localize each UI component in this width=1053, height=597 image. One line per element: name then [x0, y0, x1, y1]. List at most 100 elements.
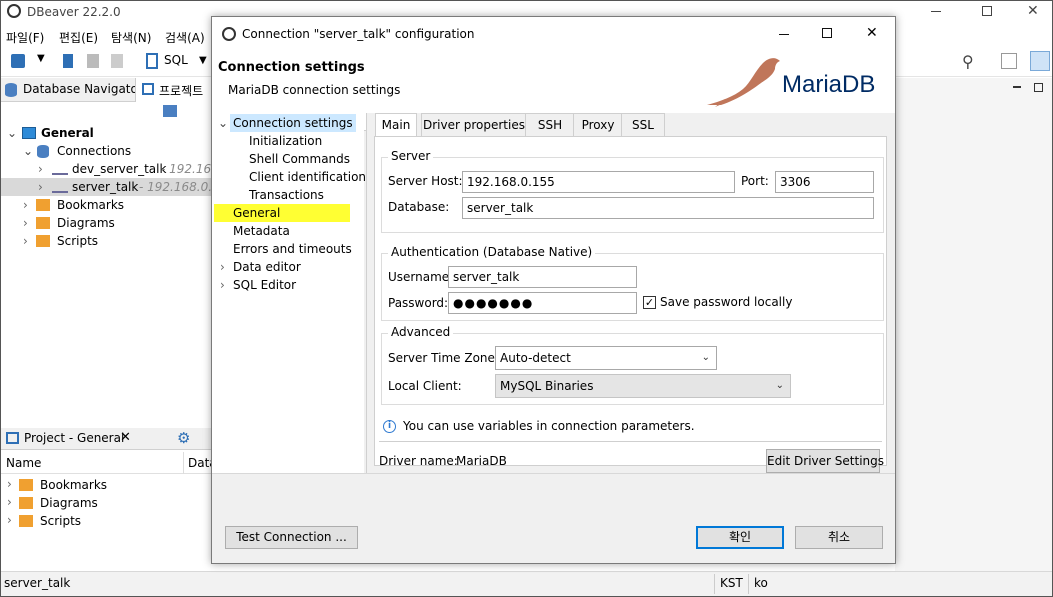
chevron-down-icon: ⌄	[701, 352, 710, 363]
tab-driver-properties[interactable]: Driver properties	[421, 113, 527, 136]
gear-icon[interactable]: ⚙	[177, 429, 190, 447]
close-icon[interactable]: ✕	[866, 25, 878, 41]
port-input[interactable]: 3306	[775, 171, 874, 193]
password-input[interactable]: ●●●●●●●	[448, 292, 637, 314]
local-client-value: MySQL Binaries	[500, 379, 594, 393]
chevron-right-icon[interactable]: ›	[7, 495, 12, 509]
close-icon[interactable]: ✕	[1027, 3, 1039, 19]
auth-legend: Authentication (Database Native)	[388, 245, 596, 259]
chevron-right-icon[interactable]: ›	[23, 196, 28, 214]
advanced-legend: Advanced	[388, 325, 454, 339]
tree-label-scripts: Scripts	[57, 234, 99, 248]
nav-shell-commands[interactable]: Shell Commands	[249, 150, 350, 168]
dialog-title: Connection "server_talk" configuration	[242, 27, 475, 41]
nav-initialization[interactable]: Initialization	[249, 132, 322, 150]
save-password-checkbox[interactable]: ✓	[643, 296, 656, 309]
auth-group: Authentication (Database Native) Usernam…	[381, 245, 884, 321]
nav-data-editor[interactable]: Data editor	[233, 258, 301, 276]
username-label: Username:	[388, 270, 454, 284]
scripts-folder-icon	[36, 235, 50, 247]
tab-project-general[interactable]: Project - General	[24, 431, 124, 445]
maximize-icon[interactable]	[822, 28, 832, 38]
list-item-label: Diagrams	[40, 496, 98, 510]
edit-driver-settings-button[interactable]: Edit Driver Settings	[766, 449, 884, 473]
chevron-down-icon[interactable]: ▼	[37, 53, 45, 64]
new-connection-icon[interactable]	[11, 54, 25, 68]
tab-proxy[interactable]: Proxy	[573, 113, 623, 136]
sql-button-label[interactable]: SQL	[164, 53, 188, 67]
menu-search[interactable]: 검색(A)	[165, 29, 205, 46]
tab-ssl[interactable]: SSL	[621, 113, 665, 136]
status-timezone: KST	[720, 576, 743, 590]
sql-editor-icon[interactable]	[146, 53, 158, 69]
mariadb-icon	[52, 165, 68, 175]
nav-errors-timeouts[interactable]: Errors and timeouts	[233, 240, 352, 258]
diagrams-folder-icon	[36, 217, 50, 229]
chevron-right-icon[interactable]: ›	[38, 160, 43, 178]
chevron-right-icon[interactable]: ›	[7, 513, 12, 527]
connection-host: - 192.168.0.1	[139, 180, 220, 194]
project-icon	[142, 83, 154, 95]
app-title: DBeaver 22.2.0	[27, 5, 121, 19]
username-input[interactable]: server_talk	[448, 266, 637, 288]
close-icon[interactable]: ✕	[120, 430, 131, 445]
mariadb-seal-logo	[707, 58, 780, 107]
nav-client-identification[interactable]: Client identification	[249, 168, 366, 186]
chevron-down-icon[interactable]: ⌄	[23, 142, 33, 160]
menu-edit[interactable]: 편집(E)	[59, 29, 98, 46]
diagrams-folder-icon	[19, 497, 33, 509]
minimize-icon[interactable]	[1013, 86, 1021, 88]
chevron-down-icon[interactable]: ▼	[199, 55, 207, 66]
new-folder-icon[interactable]	[163, 105, 177, 117]
timezone-label: Server Time Zone:	[388, 351, 499, 365]
chevron-right-icon[interactable]: ›	[220, 276, 225, 294]
minimize-icon[interactable]	[779, 34, 789, 35]
tree-label-diagrams: Diagrams	[57, 216, 115, 230]
timezone-select[interactable]: Auto-detect ⌄	[495, 346, 717, 370]
server-host-input[interactable]: 192.168.0.155	[462, 171, 735, 193]
save-password-label[interactable]: Save password locally	[660, 295, 792, 309]
status-locale: ko	[754, 576, 768, 590]
dbeaver-perspective-icon[interactable]	[1030, 51, 1050, 71]
chevron-down-icon[interactable]: ⌄	[218, 114, 228, 132]
database-input[interactable]: server_talk	[462, 197, 874, 219]
cancel-button[interactable]: 취소	[795, 526, 883, 549]
local-client-select[interactable]: MySQL Binaries ⌄	[495, 374, 791, 398]
minimize-icon[interactable]	[931, 11, 941, 12]
status-connection: server_talk	[4, 576, 71, 590]
nav-transactions[interactable]: Transactions	[249, 186, 324, 204]
test-connection-button[interactable]: Test Connection ...	[225, 526, 358, 549]
search-icon[interactable]: ⚲	[962, 52, 974, 71]
nav-metadata[interactable]: Metadata	[233, 222, 290, 240]
invalidate-icon[interactable]	[111, 54, 123, 68]
status-bar: server_talk KST ko	[1, 571, 1052, 596]
tab-projects-label[interactable]: 프로젝트	[159, 82, 203, 99]
nav-general[interactable]: General	[214, 204, 350, 222]
folder-icon	[22, 127, 36, 139]
perspective-icon[interactable]	[1001, 53, 1017, 69]
tab-database-navigator[interactable]: Database Navigator	[23, 82, 143, 96]
chevron-right-icon[interactable]: ›	[7, 477, 12, 491]
maximize-icon[interactable]	[982, 6, 992, 16]
chevron-down-icon[interactable]: ⌄	[7, 124, 17, 142]
dbeaver-logo-icon	[7, 4, 21, 18]
disconnect-icon[interactable]	[87, 54, 99, 68]
nav-sql-editor[interactable]: SQL Editor	[233, 276, 296, 294]
chevron-right-icon[interactable]: ›	[23, 232, 28, 250]
chevron-right-icon[interactable]: ›	[38, 178, 43, 196]
connect-icon[interactable]	[63, 54, 73, 68]
chevron-right-icon[interactable]: ›	[23, 214, 28, 232]
column-name[interactable]: Name	[6, 456, 41, 470]
maximize-icon[interactable]	[1034, 83, 1043, 92]
info-icon: i	[383, 420, 396, 433]
menu-file[interactable]: 파일(F)	[6, 29, 44, 46]
connection-config-dialog: Connection "server_talk" configuration ✕…	[211, 16, 896, 564]
ok-button[interactable]: 확인	[696, 526, 784, 549]
chevron-right-icon[interactable]: ›	[220, 258, 225, 276]
nav-connection-settings[interactable]: Connection settings	[230, 114, 356, 132]
bookmarks-folder-icon	[19, 479, 33, 491]
tab-main[interactable]: Main	[375, 113, 417, 138]
mariadb-icon	[52, 183, 68, 193]
tab-ssh[interactable]: SSH	[525, 113, 575, 136]
menu-navigate[interactable]: 탐색(N)	[111, 29, 151, 46]
